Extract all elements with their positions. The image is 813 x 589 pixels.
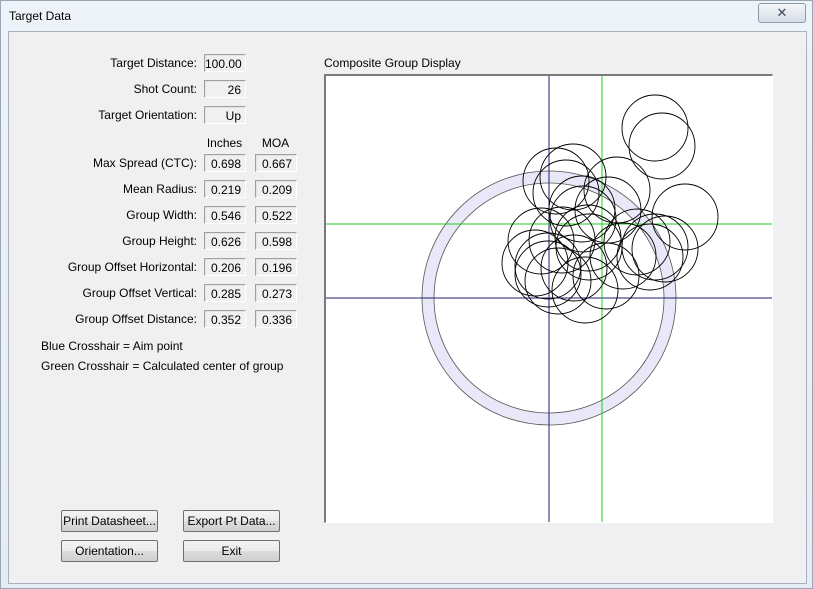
shot-circle	[532, 159, 600, 227]
shot-count-field: 26	[204, 80, 246, 98]
stat-inches-field: 0.698	[204, 154, 246, 172]
composite-group-display-label: Composite Group Display	[324, 56, 461, 70]
stat-moa-field: 0.522	[255, 206, 297, 224]
stat-inches-field: 0.352	[204, 310, 246, 328]
stat-label: Mean Radius:	[122, 182, 197, 196]
shot-circle	[528, 206, 596, 274]
stat-label: Max Spread (CTC):	[92, 156, 197, 170]
stat-moa-field: 0.196	[255, 258, 297, 276]
green-crosshair-note: Green Crosshair = Calculated center of g…	[41, 359, 284, 373]
stat-moa-field: 0.667	[255, 154, 297, 172]
stat-inches-field: 0.285	[204, 284, 246, 302]
print-datasheet-button[interactable]: Print Datasheet...	[61, 510, 158, 532]
stat-moa-field: 0.209	[255, 180, 297, 198]
stat-label: Group Offset Distance:	[75, 312, 197, 326]
stat-label: Group Offset Vertical:	[82, 286, 198, 300]
shot-circle	[501, 229, 569, 297]
orientation-button[interactable]: Orientation...	[61, 540, 158, 562]
moa-column-header: MOA	[261, 136, 290, 150]
stat-moa-field: 0.598	[255, 232, 297, 250]
target-orientation-label: Target Orientation:	[98, 108, 197, 122]
title-bar[interactable]: Target Data ✕	[1, 1, 812, 31]
stat-label: Group Height:	[122, 234, 197, 248]
inches-column-header: Inches	[206, 136, 243, 150]
stat-label: Group Offset Horizontal:	[67, 260, 197, 274]
stat-label: Group Width:	[126, 208, 197, 222]
stat-moa-field: 0.273	[255, 284, 297, 302]
stat-inches-field: 0.546	[204, 206, 246, 224]
stat-moa-field: 0.336	[255, 310, 297, 328]
stat-inches-field: 0.219	[204, 180, 246, 198]
group-plot	[326, 76, 772, 522]
target-distance-label: Target Distance:	[110, 56, 197, 70]
exit-button[interactable]: Exit	[183, 540, 280, 562]
shot-circle	[514, 240, 582, 308]
close-icon: ✕	[776, 5, 788, 20]
blue-crosshair-note: Blue Crosshair = Aim point	[41, 339, 183, 353]
shot-circle	[551, 256, 619, 324]
composite-group-display	[324, 74, 773, 523]
target-orientation-field: Up	[204, 106, 246, 124]
window-title: Target Data	[9, 9, 72, 23]
target-distance-field: 100.00	[204, 54, 246, 72]
shot-circle	[628, 112, 696, 180]
stat-inches-field: 0.626	[204, 232, 246, 250]
shot-circle	[621, 94, 689, 162]
close-button[interactable]: ✕	[758, 3, 806, 23]
shot-count-label: Shot Count:	[133, 82, 197, 96]
dialog-body: Target Distance: 100.00 Shot Count: 26 T…	[8, 31, 807, 584]
stat-inches-field: 0.206	[204, 258, 246, 276]
export-pt-data-button[interactable]: Export Pt Data...	[183, 510, 280, 532]
target-data-window: Target Data ✕ Target Distance: 100.00 Sh…	[0, 0, 813, 589]
shot-circle	[651, 183, 719, 251]
